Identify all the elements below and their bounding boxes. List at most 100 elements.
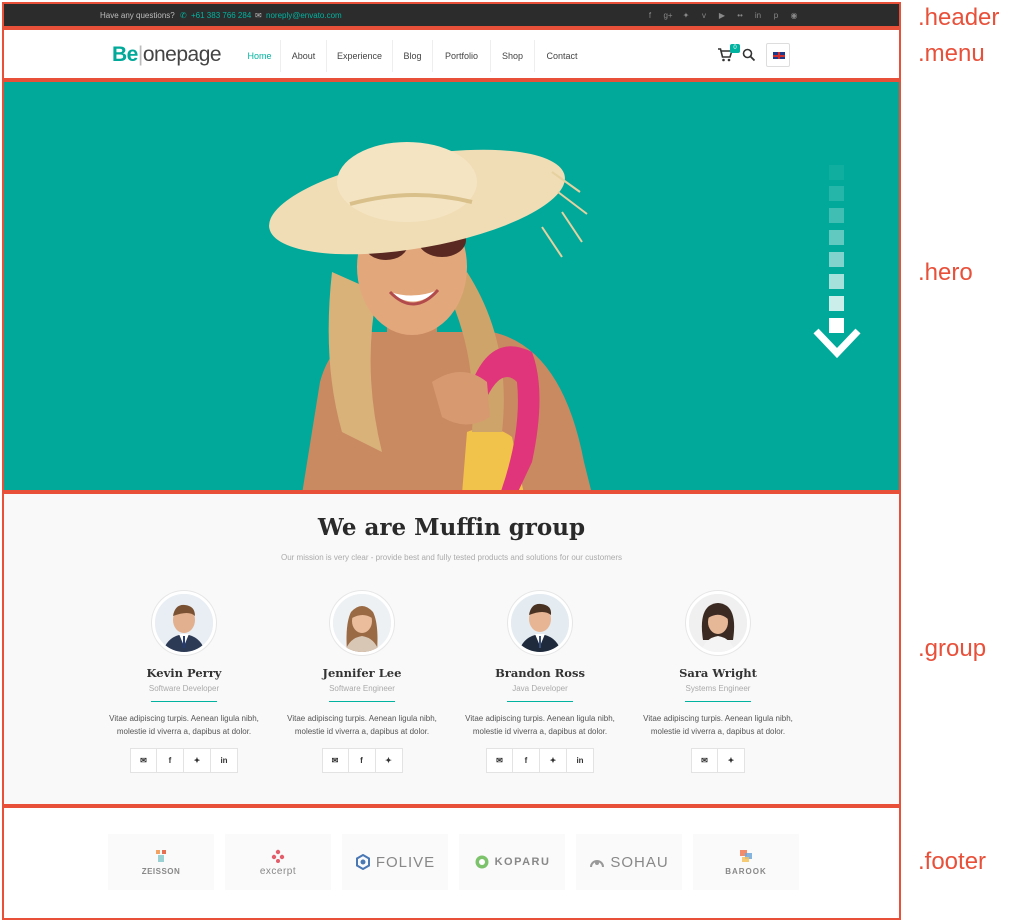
dribbble-icon[interactable]: ◉ (788, 10, 800, 22)
client-name: SOHAU (610, 853, 669, 871)
client-name: BAROOK (725, 867, 767, 876)
logo-text: onepage (142, 43, 222, 66)
flickr-icon[interactable]: •• (734, 10, 746, 22)
member-name: Jennifer Lee (322, 666, 402, 680)
member-name: Sara Wright (679, 666, 757, 680)
pinterest-icon[interactable]: p (770, 10, 782, 22)
scroll-step (829, 208, 844, 223)
member-description-line: Vitae adipiscing turpis. Aenean ligula n… (109, 714, 259, 723)
scroll-step (829, 165, 844, 180)
member-socials: ✉ ✦ (638, 748, 798, 773)
member-divider (151, 701, 217, 702)
client-row: FOLIVE (355, 854, 435, 871)
scroll-step (829, 186, 844, 201)
page-frame: .header .menu .hero .group .footer Have … (0, 0, 1027, 922)
client-name: excerpt (259, 865, 297, 877)
member-description-line: molestie id viverra a, dapibus at dolor. (294, 727, 430, 736)
member-socials: ✉ f ✦ in (460, 748, 620, 773)
email-icon[interactable]: ✉ (691, 748, 718, 773)
phone-icon: ✆ (180, 11, 187, 20)
header-question: Have any questions? (100, 11, 175, 20)
member-role: Systems Engineer (685, 684, 751, 693)
nav-item-home[interactable]: Home (239, 40, 281, 72)
menu-section: Be|onepage Home About Experience Blog Po… (2, 28, 901, 80)
logo-be: Be (112, 43, 138, 66)
header-phone[interactable]: +61 383 766 284 (191, 11, 251, 20)
linkedin-icon[interactable]: in (567, 748, 594, 773)
email-icon[interactable]: ✉ (321, 748, 349, 773)
member-description: Vitae adipiscing turpis. Aenean ligula n… (282, 712, 442, 738)
facebook-icon[interactable]: f (348, 748, 376, 773)
member-name: Brandon Ross (495, 666, 585, 680)
facebook-icon[interactable]: f (644, 10, 656, 22)
linkedin-icon[interactable]: in (752, 10, 764, 22)
client-name: ZEISSON (141, 867, 181, 876)
uk-flag-icon (773, 52, 785, 59)
koparu-logo-icon (475, 855, 489, 869)
vimeo-icon[interactable]: v (698, 10, 710, 22)
member-description-line: Vitae adipiscing turpis. Aenean ligula n… (287, 714, 437, 723)
facebook-icon[interactable]: f (513, 748, 540, 773)
hero-section (2, 80, 901, 492)
site-logo[interactable]: Be|onepage (112, 43, 222, 67)
avatar (508, 591, 572, 655)
linkedin-icon[interactable]: in (211, 748, 238, 773)
nav-item-contact[interactable]: Contact (535, 40, 589, 72)
email-icon[interactable]: ✉ (130, 748, 157, 773)
client-logo-barook[interactable]: BAROOK (693, 834, 799, 890)
member-description-line: Vitae adipiscing turpis. Aenean ligula n… (465, 714, 615, 723)
twitter-icon[interactable]: ✦ (540, 748, 567, 773)
search-icon[interactable] (742, 48, 756, 62)
annotation-label-menu: .menu (918, 40, 985, 67)
group-title: We are Muffin group (317, 514, 586, 541)
client-name: KOPARU (494, 856, 551, 868)
client-logo-folive[interactable]: FOLIVE (342, 834, 448, 890)
excerpt-logo-icon (271, 849, 285, 863)
client-logo-zeisson[interactable]: ZEISSON (108, 834, 214, 890)
client-row: SOHAU (589, 854, 668, 871)
twitter-icon[interactable]: ✦ (680, 10, 692, 22)
zeisson-logo-icon (156, 850, 166, 862)
member-socials: ✉ f ✦ (282, 748, 442, 773)
email-icon[interactable]: ✉ (486, 748, 513, 773)
team-member-card: Jennifer Lee Software Engineer Vitae adi… (282, 591, 442, 773)
youtube-icon[interactable]: ▶ (716, 10, 728, 22)
team-member-card: Kevin Perry Software Developer Vitae adi… (104, 591, 264, 773)
footer-section: ZEISSON excerpt FOLIVE KOPARU SOHAU BARO… (2, 806, 901, 920)
avatar (152, 591, 216, 655)
annotation-label-group: .group (918, 635, 987, 662)
annotation-label-header: .header (918, 4, 1000, 31)
twitter-icon[interactable]: ✦ (718, 748, 745, 773)
google-plus-icon[interactable]: g+ (662, 10, 674, 22)
nav-item-portfolio[interactable]: Portfolio (433, 40, 491, 72)
nav-item-experience[interactable]: Experience (327, 40, 393, 72)
member-name: Kevin Perry (146, 666, 222, 680)
nav-item-shop[interactable]: Shop (491, 40, 535, 72)
client-logo-excerpt[interactable]: excerpt (225, 834, 331, 890)
twitter-icon[interactable]: ✦ (375, 748, 403, 773)
scroll-step (829, 296, 844, 311)
scroll-step (829, 274, 844, 289)
cart-count-badge: 0 (730, 44, 740, 53)
nav-item-blog[interactable]: Blog (393, 40, 433, 72)
facebook-icon[interactable]: f (157, 748, 184, 773)
team-member-card: Sara Wright Systems Engineer Vitae adipi… (638, 591, 798, 773)
member-description: Vitae adipiscing turpis. Aenean ligula n… (460, 712, 620, 738)
client-logo-koparu[interactable]: KOPARU (459, 834, 565, 890)
sohau-logo-icon (590, 860, 605, 868)
scroll-down-arrow-icon[interactable] (812, 325, 862, 361)
language-switcher[interactable] (766, 43, 790, 67)
twitter-icon[interactable]: ✦ (184, 748, 211, 773)
team-member-card: Brandon Ross Java Developer Vitae adipis… (460, 591, 620, 773)
header-section: Have any questions? ✆ +61 383 766 284 ✉ … (2, 2, 901, 28)
member-role: Software Developer (148, 684, 220, 693)
header-email[interactable]: noreply@envato.com (266, 11, 342, 20)
nav-item-about[interactable]: About (281, 40, 327, 72)
client-logo-sohau[interactable]: SOHAU (576, 834, 682, 890)
member-divider (329, 701, 395, 702)
scroll-step (829, 252, 844, 267)
avatar (330, 591, 394, 655)
member-role: Java Developer (512, 684, 568, 693)
scroll-step (829, 230, 844, 245)
hero-woman-image (269, 142, 591, 490)
